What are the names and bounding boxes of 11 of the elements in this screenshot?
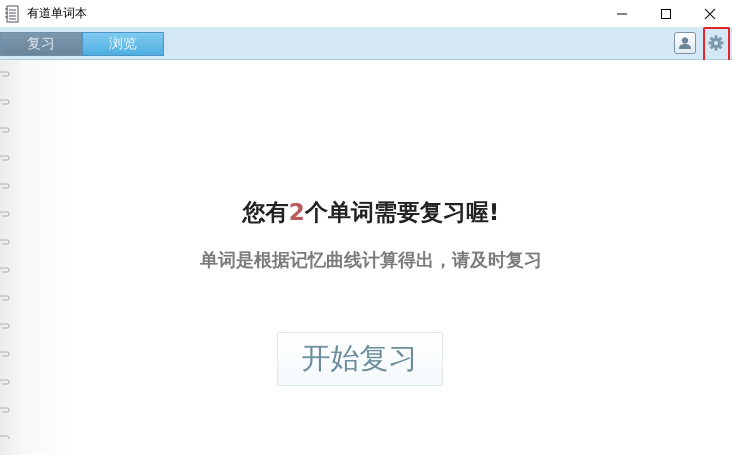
notebook-icon xyxy=(5,4,19,22)
subtitle: 单词是根据记忆曲线计算得出，请及时复习 xyxy=(200,249,542,272)
review-message: 您有2个单词需要复习喔! xyxy=(242,199,500,228)
start-review-button[interactable]: 开始复习 xyxy=(276,332,442,386)
maximize-icon[interactable] xyxy=(660,8,672,20)
person-icon xyxy=(678,36,692,50)
tab[interactable]: 浏览 xyxy=(82,32,164,56)
user-button[interactable] xyxy=(674,32,696,54)
close-icon[interactable] xyxy=(704,8,716,20)
window-title: 有道单词本 xyxy=(27,5,87,22)
tab[interactable]: 复习 xyxy=(0,32,82,56)
